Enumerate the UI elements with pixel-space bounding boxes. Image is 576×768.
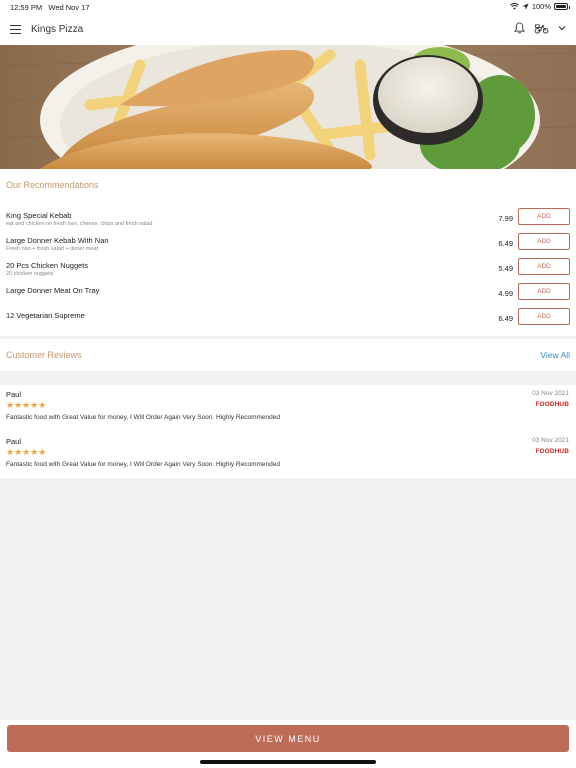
review-author: Paul: [6, 437, 22, 446]
view-menu-button[interactable]: VIEW MENU: [7, 725, 569, 752]
item-name: 12 Vegetarian Supreme: [6, 311, 85, 320]
scooter-icon[interactable]: [534, 23, 549, 34]
hero-food-image: [0, 45, 576, 169]
add-button[interactable]: ADD: [518, 208, 570, 225]
menu-item: 12 Vegetarian Supreme 6.49 ADD: [0, 308, 576, 335]
item-description: eat and chicken on fresh nan, cheese, ch…: [6, 221, 153, 227]
foodhub-logo: FOODHUB: [535, 401, 569, 408]
item-price: 7.99: [498, 214, 513, 223]
item-name: King Special Kebab: [6, 211, 72, 220]
reviews-header: Customer Reviews View All: [0, 339, 576, 371]
add-button[interactable]: ADD: [518, 233, 570, 250]
item-name: 20 Pcs Chicken Nuggets: [6, 261, 89, 270]
menu-item: Large Donner Meat On Tray 4.99 ADD: [0, 283, 576, 310]
status-right: 100%: [509, 2, 570, 11]
home-indicator[interactable]: [200, 760, 376, 764]
item-price: 4.99: [498, 289, 513, 298]
review-item: Paul 03 Nov 2021 ★★★★★ FOODHUB Fantastic…: [0, 432, 576, 478]
menu-item: Large Donner Kebab With Nan Fresh nan + …: [0, 233, 576, 260]
review-text: Fantastic food with Great Value for mone…: [6, 414, 280, 421]
reviews-title: Customer Reviews: [6, 350, 82, 360]
star-rating: ★★★★★: [6, 447, 47, 457]
menu-item: King Special Kebab eat and chicken on fr…: [0, 208, 576, 235]
recommendations-section: Our Recommendations King Special Kebab e…: [0, 169, 576, 336]
foodhub-logo: FOODHUB: [535, 448, 569, 455]
review-date: 03 Nov 2021: [532, 390, 569, 397]
status-date: Wed Nov 17: [48, 3, 90, 12]
location-arrow-icon: [522, 3, 529, 10]
status-time: 12:59 PM: [10, 3, 43, 12]
menu-item: 20 Pcs Chicken Nuggets 20 chicken nugget…: [0, 258, 576, 285]
review-date: 03 Nov 2021: [532, 437, 569, 444]
view-all-link[interactable]: View All: [540, 350, 570, 360]
item-price: 6.49: [498, 314, 513, 323]
star-rating: ★★★★★: [6, 400, 47, 410]
item-name: Large Donner Meat On Tray: [6, 286, 100, 295]
fish-and-chips-illustration: [0, 45, 576, 169]
review-author: Paul: [6, 390, 22, 399]
battery-icon: [554, 3, 570, 10]
recommendations-title: Our Recommendations: [6, 180, 99, 190]
header-actions: [514, 22, 566, 34]
item-description: Fresh nan + fresh salad + doner meat: [6, 246, 99, 252]
add-button[interactable]: ADD: [518, 308, 570, 325]
app-header: Kings Pizza: [0, 14, 576, 45]
status-time-date: 12:59 PM Wed Nov 17: [10, 3, 90, 12]
add-button[interactable]: ADD: [518, 283, 570, 300]
restaurant-title: Kings Pizza: [31, 24, 84, 35]
item-description: 20 chicken nuggets: [6, 271, 54, 277]
status-bar: 12:59 PM Wed Nov 17 100%: [0, 0, 576, 14]
menu-icon[interactable]: [10, 25, 21, 34]
chevron-down-icon[interactable]: [558, 25, 566, 31]
item-price: 6.49: [498, 239, 513, 248]
review-text: Fantastic food with Great Value for mone…: [6, 461, 280, 468]
bell-icon[interactable]: [514, 22, 525, 34]
bottom-bar: VIEW MENU: [0, 720, 576, 768]
item-name: Large Donner Kebab With Nan: [6, 236, 109, 245]
item-price: 5.49: [498, 264, 513, 273]
battery-fill: [556, 5, 566, 8]
battery-percent: 100%: [531, 2, 551, 11]
wifi-icon: [509, 3, 519, 10]
add-button[interactable]: ADD: [518, 258, 570, 275]
review-item: Paul 03 Nov 2021 ★★★★★ FOODHUB Fantastic…: [0, 385, 576, 431]
reviews-list: Paul 03 Nov 2021 ★★★★★ FOODHUB Fantastic…: [0, 385, 576, 478]
